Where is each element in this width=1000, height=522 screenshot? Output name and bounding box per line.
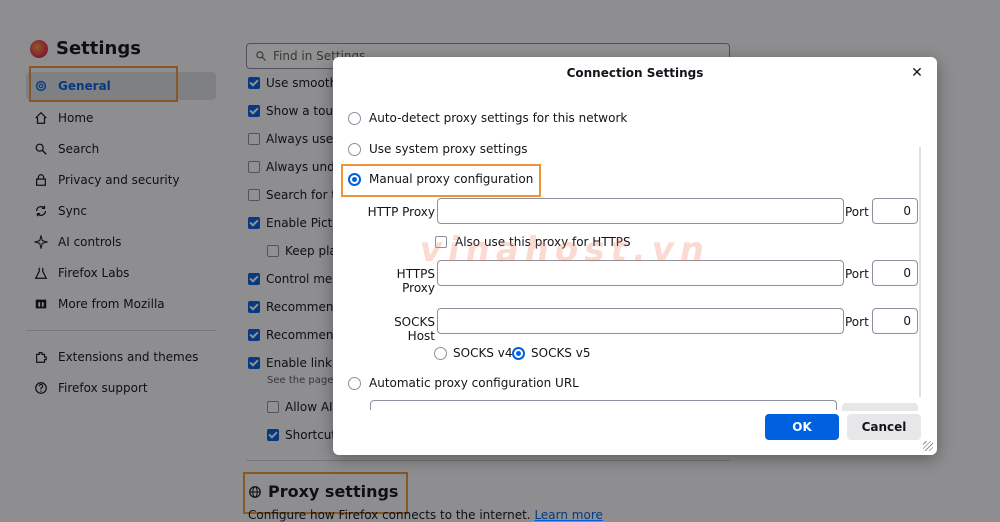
- https-port-input[interactable]: 0: [872, 260, 918, 286]
- https-port-label: Port: [845, 267, 869, 281]
- radio-label: SOCKS v5: [531, 346, 591, 360]
- cancel-button[interactable]: Cancel: [847, 414, 921, 440]
- radio[interactable]: [434, 346, 447, 360]
- radio[interactable]: [348, 376, 361, 390]
- reload-button[interactable]: [842, 403, 918, 411]
- socks-host-input[interactable]: [437, 308, 844, 334]
- radio-auto-config-url[interactable]: Automatic proxy configuration URL: [348, 376, 579, 390]
- http-proxy-input[interactable]: [437, 198, 844, 224]
- close-icon[interactable]: ✕: [907, 63, 927, 83]
- radio-socks-v4[interactable]: SOCKS v4: [434, 346, 512, 360]
- https-proxy-label: HTTPS Proxy: [396, 267, 435, 295]
- ok-button[interactable]: OK: [765, 414, 839, 440]
- radio-label: SOCKS v4: [453, 346, 513, 360]
- socks-host-label: SOCKS Host: [394, 315, 435, 343]
- auto-config-url-input[interactable]: [370, 400, 837, 410]
- radio-socks-v5[interactable]: SOCKS v5: [512, 346, 590, 360]
- radio[interactable]: [348, 142, 361, 156]
- resize-grip-icon[interactable]: [923, 441, 933, 451]
- http-port-label: Port: [845, 205, 869, 219]
- http-port-input[interactable]: 0: [872, 198, 918, 224]
- scrollbar[interactable]: [919, 147, 921, 397]
- watermark-text: vinahost.vn: [416, 230, 714, 270]
- radio-label: Use system proxy settings: [369, 142, 528, 156]
- radio[interactable]: [348, 111, 361, 125]
- http-proxy-label: HTTP Proxy: [367, 205, 435, 219]
- radio[interactable]: [512, 346, 525, 360]
- socks-port-label: Port: [845, 315, 869, 329]
- highlight-box-manual: [341, 164, 541, 197]
- radio-system-proxy[interactable]: Use system proxy settings: [348, 142, 528, 156]
- radio-auto-detect[interactable]: Auto-detect proxy settings for this netw…: [348, 111, 627, 125]
- socks-port-input[interactable]: 0: [872, 308, 918, 334]
- radio-label: Automatic proxy configuration URL: [369, 376, 579, 390]
- dialog-title: Connection Settings: [566, 66, 704, 80]
- radio-label: Auto-detect proxy settings for this netw…: [369, 111, 628, 125]
